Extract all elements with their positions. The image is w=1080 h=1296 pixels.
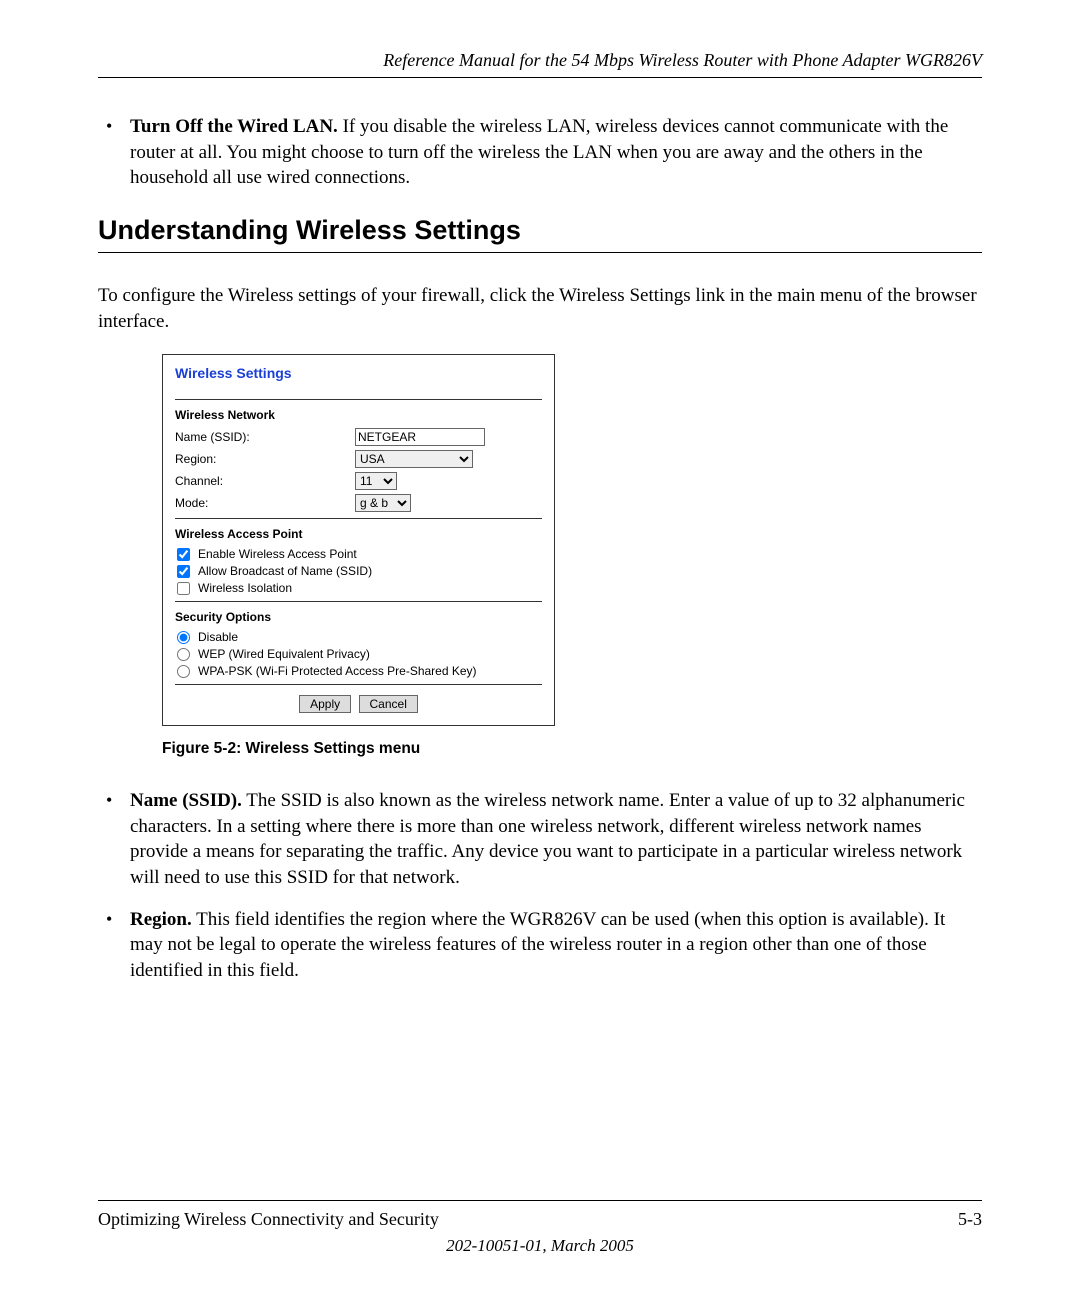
wireless-isolation-label: Wireless Isolation (198, 581, 292, 595)
mode-select[interactable]: g & b (355, 494, 411, 512)
security-wep-radio[interactable] (177, 648, 190, 661)
screenshot-title: Wireless Settings (175, 365, 542, 381)
footer-right: 5-3 (958, 1209, 982, 1230)
mode-label: Mode: (175, 496, 355, 510)
security-disable-radio[interactable] (177, 631, 190, 644)
bullet-ssid-bold: Name (SSID). (130, 790, 242, 811)
cancel-button[interactable]: Cancel (359, 695, 418, 713)
divider (175, 601, 542, 602)
page-header: Reference Manual for the 54 Mbps Wireles… (98, 50, 982, 78)
divider (175, 518, 542, 519)
enable-ap-label: Enable Wireless Access Point (198, 547, 357, 561)
page-footer: Optimizing Wireless Connectivity and Sec… (98, 1200, 982, 1256)
bullet-region-text: This field identifies the region where t… (130, 909, 945, 981)
security-wpa-label: WPA-PSK (Wi-Fi Protected Access Pre-Shar… (198, 664, 477, 678)
figure-caption: Figure 5-2: Wireless Settings menu (162, 740, 982, 758)
intro-bullet-bold: Turn Off the Wired LAN. (130, 116, 338, 137)
figure: Wireless Settings Wireless Network Name … (162, 354, 982, 758)
wireless-isolation-checkbox[interactable] (177, 582, 190, 595)
region-select[interactable]: USA (355, 450, 473, 468)
apply-button[interactable]: Apply (299, 695, 351, 713)
security-options-heading: Security Options (175, 610, 542, 624)
channel-label: Channel: (175, 474, 355, 488)
bullet-region: Region. This field identifies the region… (98, 907, 982, 984)
security-disable-label: Disable (198, 630, 238, 644)
footer-docid: 202-10051-01, March 2005 (98, 1236, 982, 1256)
security-wpa-radio[interactable] (177, 665, 190, 678)
bullet-ssid-text: The SSID is also known as the wireless n… (130, 790, 965, 888)
divider (175, 399, 542, 400)
ssid-input[interactable] (355, 428, 485, 446)
section-paragraph: To configure the Wireless settings of yo… (98, 283, 982, 334)
bullet-region-bold: Region. (130, 909, 192, 930)
section-heading: Understanding Wireless Settings (98, 215, 982, 253)
divider (175, 684, 542, 685)
footer-left: Optimizing Wireless Connectivity and Sec… (98, 1209, 439, 1230)
ssid-label: Name (SSID): (175, 430, 355, 444)
broadcast-ssid-label: Allow Broadcast of Name (SSID) (198, 564, 372, 578)
intro-bullet: Turn Off the Wired LAN. If you disable t… (98, 114, 982, 191)
wireless-settings-screenshot: Wireless Settings Wireless Network Name … (162, 354, 555, 726)
region-label: Region: (175, 452, 355, 466)
bullet-ssid: Name (SSID). The SSID is also known as t… (98, 788, 982, 891)
wireless-network-heading: Wireless Network (175, 408, 542, 422)
access-point-heading: Wireless Access Point (175, 527, 542, 541)
security-wep-label: WEP (Wired Equivalent Privacy) (198, 647, 370, 661)
broadcast-ssid-checkbox[interactable] (177, 565, 190, 578)
enable-ap-checkbox[interactable] (177, 548, 190, 561)
channel-select[interactable]: 11 (355, 472, 397, 490)
